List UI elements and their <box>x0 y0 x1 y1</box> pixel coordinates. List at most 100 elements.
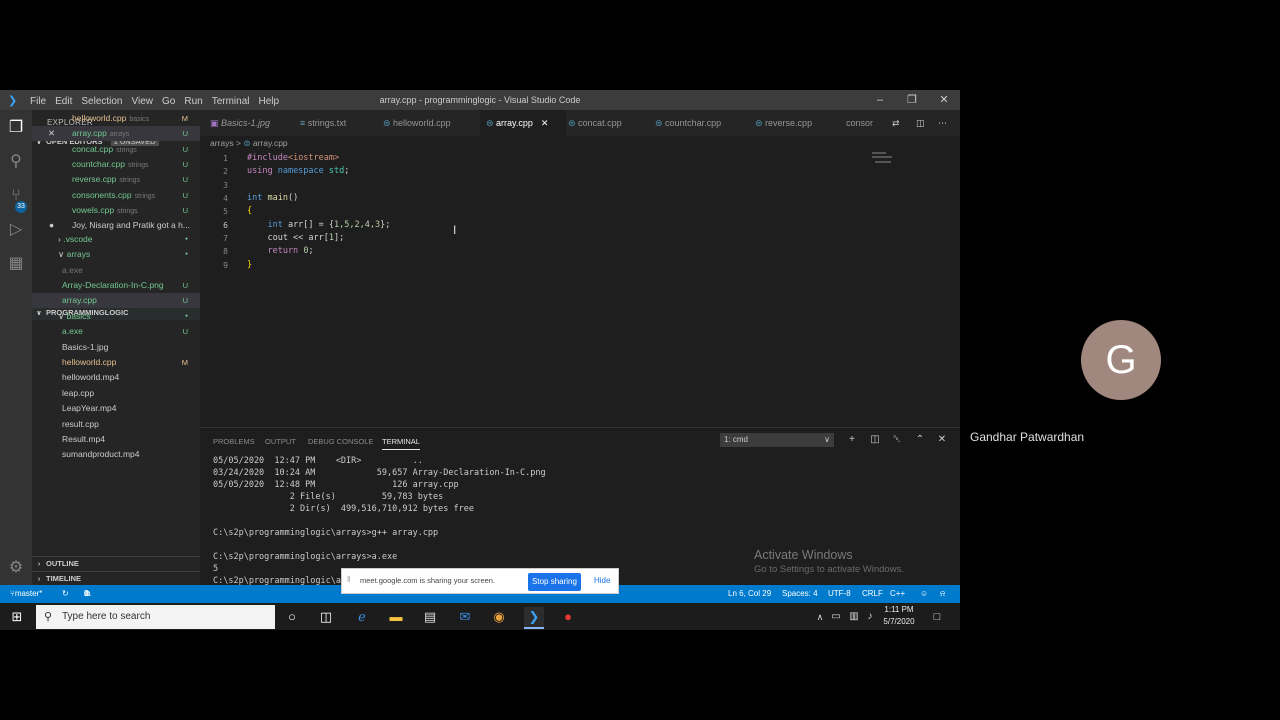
terminal-select[interactable]: 1: cmd ∨ <box>720 433 834 447</box>
tree-name: arrays <box>66 249 91 259</box>
tree-file[interactable]: LeapYear.mp4 <box>32 401 200 416</box>
tab-reverse-cpp[interactable]: ⊜ reverse.cpp <box>755 110 835 136</box>
branch-indicator[interactable]: ⑂ master* <box>10 585 42 603</box>
record-icon[interactable]: ● <box>558 607 578 627</box>
tree-name: sumandproduct.mp4 <box>62 449 140 459</box>
gear-icon[interactable]: ⚙ <box>6 558 26 578</box>
tree-label: Basics-1.jpg <box>62 340 108 355</box>
vscode-taskbar-icon[interactable]: ❯ <box>524 607 544 629</box>
cortana-icon[interactable]: ○ <box>282 607 302 627</box>
open-editor-item[interactable]: vowels.cpp strings U <box>32 203 200 218</box>
bell-icon[interactable]: ⍾ <box>940 585 945 603</box>
tree-file[interactable]: Array-Declaration-In-C.png U <box>32 278 200 293</box>
tree-folder[interactable]: ∨ basics ● <box>32 309 200 324</box>
open-editor-item[interactable]: consonents.cpp strings U <box>32 188 200 203</box>
sync-icon[interactable]: ↻ <box>62 585 69 603</box>
cursor-position[interactable]: Ln 6, Col 29 <box>728 585 771 603</box>
open-editor-item[interactable]: Joy, Nisarg and Pratik got a h... ● <box>32 218 200 233</box>
tree-file[interactable]: a.exe U <box>32 324 200 339</box>
new-terminal-icon[interactable]: + <box>845 433 859 447</box>
open-editor-item[interactable]: countchar.cpp strings U <box>32 157 200 172</box>
restore-button[interactable]: ❐ <box>905 93 919 107</box>
tab-problems[interactable]: PROBLEMS <box>213 437 255 446</box>
encoding[interactable]: UTF-8 <box>828 585 851 603</box>
compare-icon[interactable]: ⇄ <box>892 110 906 136</box>
run-debug-icon[interactable]: ▷ <box>6 220 26 240</box>
feedback-icon[interactable]: ☺ <box>920 585 928 603</box>
volume-icon[interactable]: ♪ <box>860 607 880 627</box>
notification-icon[interactable]: □ <box>927 607 947 627</box>
tree-file[interactable]: array.cpp U <box>32 293 200 308</box>
taskbar-search[interactable]: ⚲ Type here to search <box>36 605 275 629</box>
open-editor-item[interactable]: concat.cpp strings U <box>32 142 200 157</box>
language-mode[interactable]: C++ <box>890 585 905 603</box>
code-line-8: return 0; <box>247 246 314 256</box>
tree-file[interactable]: helloworld.cpp M <box>32 355 200 370</box>
tab-countchar-cpp[interactable]: ⊜ countchar.cpp <box>655 110 745 136</box>
battery-icon[interactable]: ▭ <box>826 607 846 627</box>
tab-concat-cpp[interactable]: ⊜ concat.cpp <box>568 110 648 136</box>
split-terminal-icon[interactable]: ◫ <box>868 433 882 447</box>
tree-file[interactable]: leap.cpp <box>32 386 200 401</box>
open-editor-item[interactable]: array.cpp arrays ✕ U <box>32 126 200 141</box>
trash-icon[interactable]: ␡ <box>890 433 904 447</box>
cpp-file-icon: ⊜ <box>568 118 579 128</box>
timeline-section[interactable]: › TIMELINE <box>32 571 200 585</box>
open-editor-item[interactable]: helloworld.cpp basics M <box>32 111 200 126</box>
line-ending[interactable]: CRLF <box>862 585 883 603</box>
tree-file[interactable]: a.exe <box>32 263 200 278</box>
more-actions-icon[interactable]: ⋯ <box>938 110 952 136</box>
explorer-icon[interactable]: ❐ <box>6 118 26 138</box>
tab-array-cpp[interactable]: ⊜ array.cpp ✕ <box>480 110 566 136</box>
edge-icon[interactable]: ℯ <box>352 607 372 627</box>
file-explorer-icon[interactable]: ▬ <box>386 607 406 627</box>
cpp-file-icon: ⊜ <box>486 118 497 128</box>
tab-basics-jpg[interactable]: ▣ Basics-1.jpg <box>210 110 290 136</box>
hide-button[interactable]: Hide <box>594 576 610 585</box>
windows-start-icon[interactable]: ⊞ <box>7 607 27 627</box>
breadcrumb-file[interactable]: array.cpp <box>253 138 288 148</box>
tree-file[interactable]: result.cpp <box>32 417 200 432</box>
tree-file[interactable]: Result.mp4 <box>32 432 200 447</box>
close-editor-icon[interactable]: ✕ <box>48 126 55 141</box>
close-panel-icon[interactable]: ✕ <box>935 433 949 447</box>
minimize-button[interactable]: – <box>873 93 887 107</box>
stop-sharing-button[interactable]: Stop sharing <box>528 573 581 591</box>
breadcrumb-folder[interactable]: arrays <box>210 138 234 148</box>
minimap[interactable] <box>872 150 950 170</box>
maximize-panel-icon[interactable]: ⌃ <box>913 433 927 447</box>
tree-folder[interactable]: › .vscode ● <box>32 232 200 247</box>
outline-section[interactable]: › OUTLINE <box>32 556 200 571</box>
close-window-button[interactable]: ✕ <box>937 93 951 107</box>
extensions-icon[interactable]: ▦ <box>6 254 26 274</box>
code-editor[interactable]: 1 2 3 4 5 6 7 8 9 #include<iostream> using names… <box>200 150 950 425</box>
text-cursor-icon: I <box>453 223 457 237</box>
store-icon[interactable]: ▤ <box>420 607 440 627</box>
close-tab-icon[interactable]: ✕ <box>541 118 549 128</box>
participant-name: Gandhar Patwardhan <box>970 430 1085 444</box>
split-editor-icon[interactable]: ◫ <box>916 110 930 136</box>
tree-folder[interactable]: ∨ arrays ● <box>32 247 200 262</box>
tab-terminal[interactable]: TERMINAL <box>382 437 420 450</box>
clock[interactable]: 1:11 PM 5/7/2020 <box>882 605 916 626</box>
tab-debug-console[interactable]: DEBUG CONSOLE <box>308 437 373 446</box>
tree-file[interactable]: sumandproduct.mp4 <box>32 447 200 462</box>
chrome-icon[interactable]: ◉ <box>489 607 509 627</box>
open-editor-item[interactable]: reverse.cpp strings U <box>32 172 200 187</box>
terminal-line: C:\s2p\programminglogic\arrays>g++ array… <box>213 528 439 538</box>
cpp-file-icon: ⊜ <box>243 138 251 148</box>
mail-icon[interactable]: ✉ <box>455 607 475 627</box>
git-status: U <box>182 281 188 290</box>
tab-output[interactable]: OUTPUT <box>265 437 296 446</box>
tree-file[interactable]: helloworld.mp4 <box>32 370 200 385</box>
tab-helloworld-cpp[interactable]: ⊜ helloworld.cpp <box>383 110 473 136</box>
tree-file[interactable]: Basics-1.jpg <box>32 340 200 355</box>
tab-strings-txt[interactable]: ≡ strings.txt <box>300 110 370 136</box>
open-editor-label: array.cpp <box>72 128 107 138</box>
git-status: M <box>181 114 188 123</box>
indentation[interactable]: Spaces: 4 <box>782 585 818 603</box>
task-view-icon[interactable]: ◫ <box>316 607 336 627</box>
tab-consonents-cpp[interactable]: consor <box>846 110 886 136</box>
drag-handle-icon[interactable]: ‖ <box>347 575 350 584</box>
search-icon[interactable]: ⚲ <box>6 152 26 172</box>
